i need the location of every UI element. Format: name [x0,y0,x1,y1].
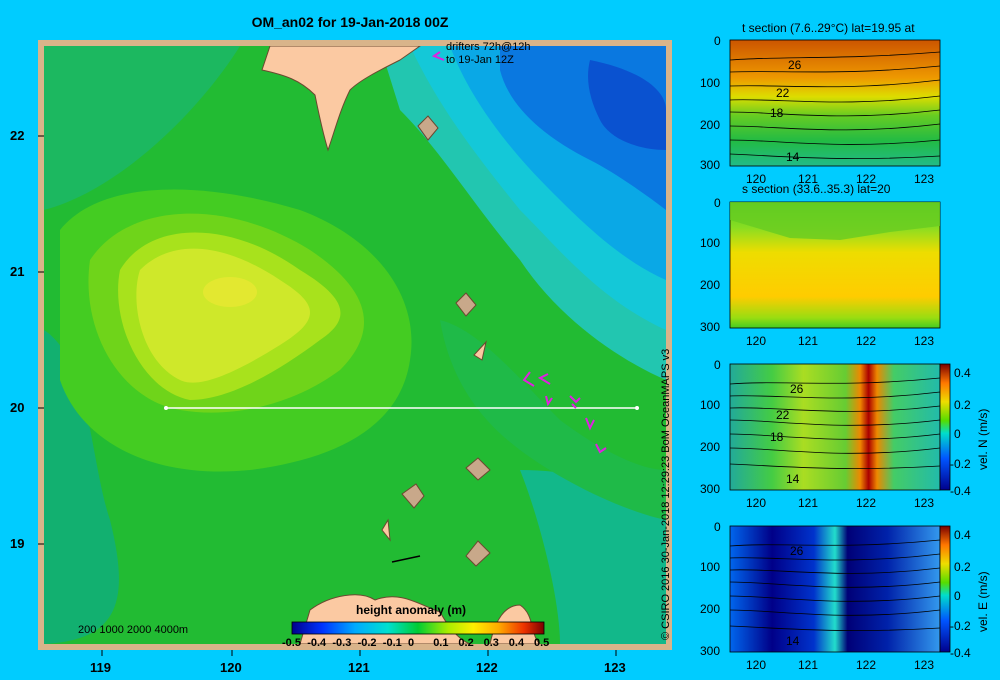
ve-cb-tick: 0.2 [954,560,971,574]
vn-x-tick: 122 [856,496,877,510]
lat-tick-19: 19 [10,536,25,551]
t-section-title: t section (7.6..29°C) lat=19.95 at [742,21,915,35]
ve-cb-tick: -0.4 [950,646,971,660]
vn-y-tick: 300 [700,482,721,496]
t-y-tick: 200 [700,118,721,132]
colorbar-tick: -0.1 [382,637,402,649]
t-y-tick: 0 [714,34,721,48]
vn-x-tick: 121 [798,496,819,510]
ve-cb-tick: -0.2 [950,619,971,633]
height-anomaly-map [38,40,672,656]
t-x-tick: 120 [746,172,767,186]
t-y-tick: 300 [700,158,721,172]
s-x-tick: 123 [914,334,935,348]
colorbar-tick: -0.2 [357,637,377,649]
vn-y-tick: 0 [714,358,721,372]
s-x-tick: 122 [856,334,877,348]
t-contour-label: 26 [788,58,802,72]
s-y-tick: 300 [700,320,721,334]
s-y-tick: 200 [700,278,721,292]
ve-x-tick: 122 [856,658,877,672]
drifters-label-2: to 19-Jan 12Z [446,54,514,66]
vn-cb-tick: 0 [954,427,961,441]
ve-y-tick: 300 [700,644,721,658]
vn-x-tick: 123 [914,496,935,510]
lat-tick-21: 21 [10,264,25,279]
colorbar-tick: 0.1 [433,637,449,649]
ve-y-tick: 100 [700,560,721,574]
lon-tick-122: 122 [476,660,498,675]
colorbar-tick: 0.3 [483,637,499,649]
credit-text: © CSIRO 2016 30-Jan-2018 12:29:23 BoM Oc… [660,348,672,640]
ve-cb-tick: 0.4 [954,528,971,542]
height-colorbar [291,621,545,635]
ve-cb-tick: 0 [954,589,961,603]
lon-tick-121: 121 [348,660,370,675]
vn-contour-label: 14 [786,472,800,486]
section-panels [729,39,951,653]
vn-contour-label: 18 [770,430,784,444]
ve-x-tick: 120 [746,658,767,672]
ve-y-tick: 200 [700,602,721,616]
t-section-plot [729,39,941,167]
lon-tick-119: 119 [90,660,111,675]
colorbar-tick: 0.2 [458,637,474,649]
colorbar-tick: -0.3 [332,637,352,649]
lon-tick-123: 123 [604,660,626,675]
colorbar-tick: -0.4 [307,637,327,649]
colorbar-ticks: -0.5 -0.4 -0.3 -0.2 -0.1 0 0.1 0.2 0.3 0.4 0.5 [280,637,556,653]
t-x-tick: 122 [856,172,877,186]
t-x-tick: 121 [798,172,819,186]
vn-contour-label: 22 [776,408,790,422]
lat-tick-22: 22 [10,128,25,143]
t-contour-label: 22 [776,86,790,100]
vn-y-tick: 100 [700,398,721,412]
lon-tick-120: 120 [220,660,242,675]
ve-x-tick: 121 [798,658,819,672]
t-y-tick: 100 [700,76,721,90]
s-y-tick: 0 [714,196,721,210]
vel-n-colorbar [939,363,951,491]
vn-cb-tick: 0.4 [954,366,971,380]
t-contour-label: 14 [786,150,800,164]
vn-cb-tick: -0.2 [950,457,971,471]
s-y-tick: 100 [700,236,721,250]
colorbar-title: height anomaly (m) [356,603,467,617]
vn-cb-tick: 0.2 [954,398,971,412]
vn-cb-tick: -0.4 [950,484,971,498]
colorbar-tick: 0.5 [534,637,550,649]
vn-contour-label: 26 [790,382,804,396]
vn-cb-label: vel. N (m/s) [976,408,990,470]
ve-cb-label: vel. E (m/s) [976,571,990,632]
vel-e-colorbar [939,525,951,653]
ve-y-tick: 0 [714,520,721,534]
vn-y-tick: 200 [700,440,721,454]
s-x-tick: 121 [798,334,819,348]
colorbar-tick: -0.5 [282,637,301,649]
ve-contour-label: 26 [790,544,804,558]
drifters-label-1: drifters 72h@12h [446,41,531,53]
ve-x-tick: 123 [914,658,935,672]
colorbar-tick: 0.4 [508,637,525,649]
colorbar-tick: 0 [408,637,415,649]
s-x-tick: 120 [746,334,767,348]
lat-tick-20: 20 [10,400,25,415]
t-x-tick: 123 [914,172,935,186]
ve-contour-label: 14 [786,634,800,648]
t-contour-label: 18 [770,106,784,120]
depth-legend: 200 1000 2000 4000m [78,624,189,636]
vn-x-tick: 120 [746,496,767,510]
